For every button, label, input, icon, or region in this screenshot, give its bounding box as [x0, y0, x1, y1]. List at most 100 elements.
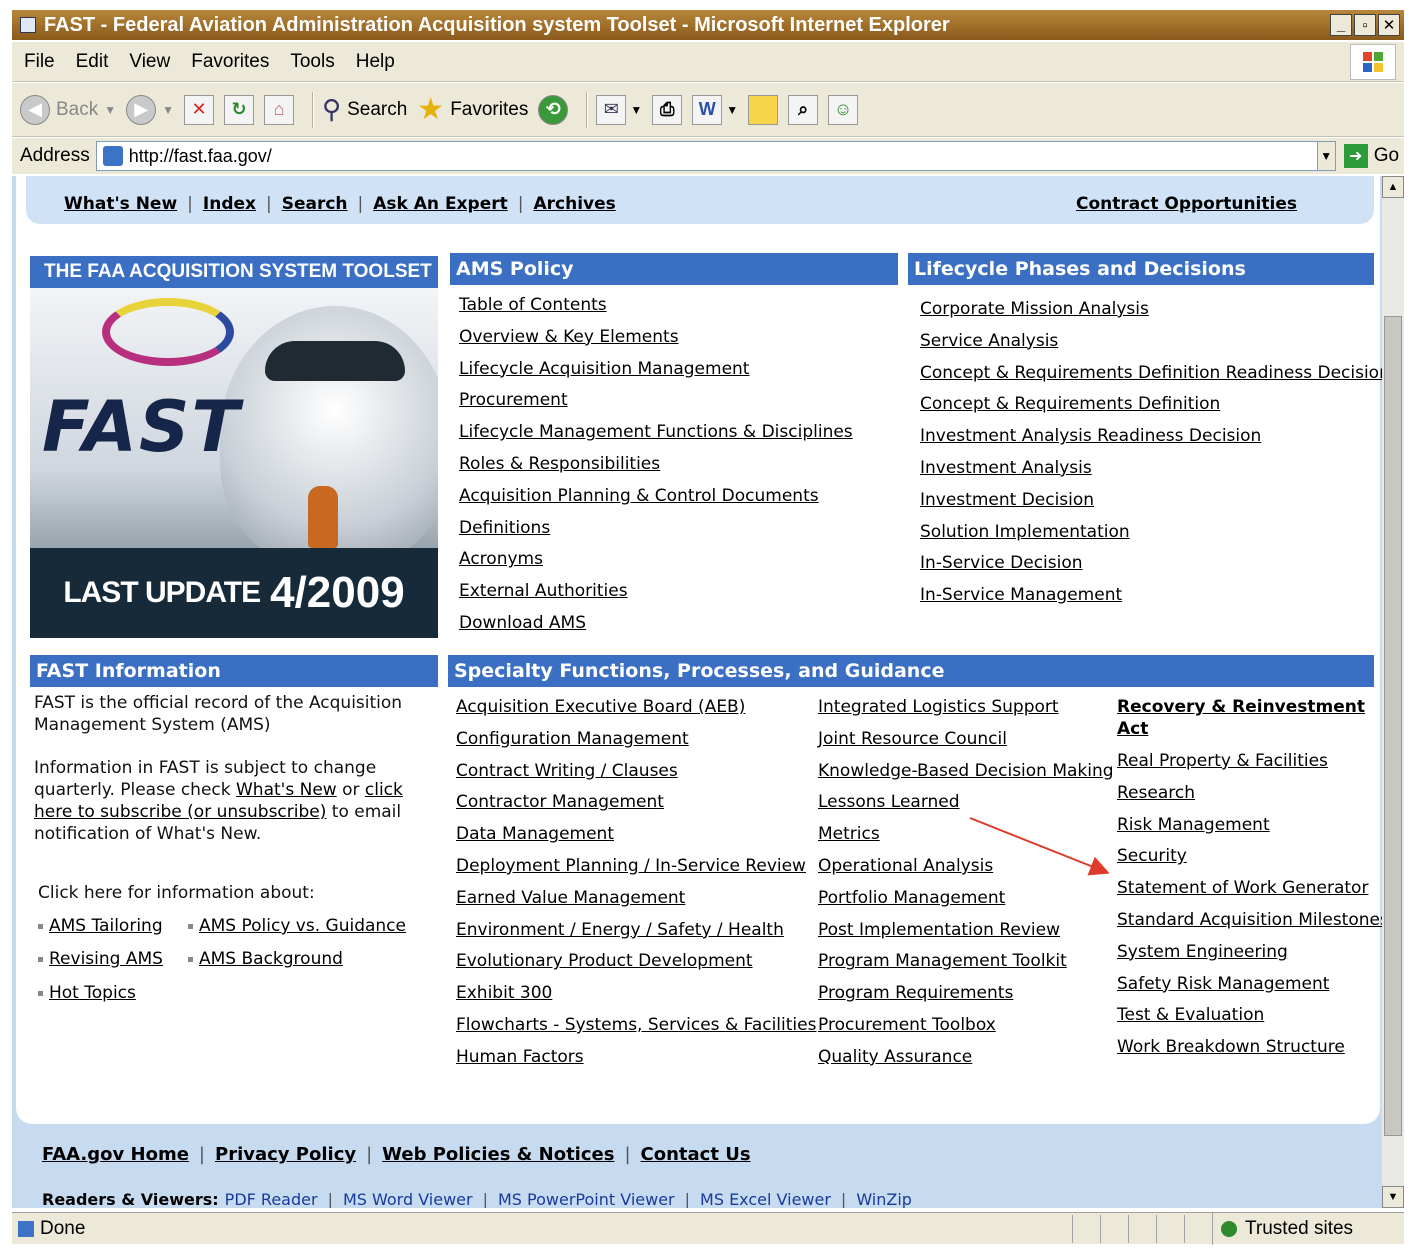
quality-assurance-link[interactable]: Quality Assurance — [818, 1047, 972, 1067]
lifecycle-acquisition-management-link[interactable]: Lifecycle Acquisition Management — [459, 359, 749, 379]
revising-ams-link[interactable]: Revising AMS — [49, 949, 163, 969]
standard-acquisition-milestones-link[interactable]: Standard Acquisition Milestones — [1117, 910, 1389, 930]
acquisition-executive-board-aeb-link[interactable]: Acquisition Executive Board (AEB) — [456, 697, 745, 717]
minimize-button[interactable]: _ — [1330, 14, 1352, 36]
test-evaluation-link[interactable]: Test & Evaluation — [1117, 1005, 1264, 1025]
close-button[interactable]: ✕ — [1378, 14, 1400, 36]
work-breakdown-structure-link[interactable]: Work Breakdown Structure — [1117, 1037, 1345, 1057]
procurement-toolbox-link[interactable]: Procurement Toolbox — [818, 1015, 996, 1035]
research-link[interactable]: Research — [1117, 783, 1195, 803]
risk-management-link[interactable]: Risk Management — [1117, 815, 1270, 835]
recovery-reinvestment-link-act[interactable]: Act — [1117, 719, 1148, 739]
refresh-button[interactable]: ↻ — [224, 94, 255, 125]
scroll-thumb[interactable] — [1384, 316, 1402, 1136]
integrated-logistics-support-link[interactable]: Integrated Logistics Support — [818, 697, 1059, 717]
concept-requirements-definition-readiness-decision-link[interactable]: Concept & Requirements Definition Readin… — [920, 363, 1390, 383]
overview-key-elements-link[interactable]: Overview & Key Elements — [459, 327, 679, 347]
lessons-learned-link[interactable]: Lessons Learned — [818, 792, 960, 812]
corporate-mission-analysis-link[interactable]: Corporate Mission Analysis — [920, 299, 1149, 319]
safety-risk-management-link[interactable]: Safety Risk Management — [1117, 974, 1329, 994]
service-analysis-link[interactable]: Service Analysis — [920, 331, 1058, 351]
favorites-button[interactable]: ★ Favorites — [417, 92, 528, 127]
investment-analysis-link[interactable]: Investment Analysis — [920, 458, 1092, 478]
vertical-scrollbar[interactable]: ▲ ▼ — [1382, 176, 1404, 1208]
knowledge-based-decision-making-link[interactable]: Knowledge-Based Decision Making — [818, 761, 1114, 781]
system-engineering-link[interactable]: System Engineering — [1117, 942, 1288, 962]
whats-new-link[interactable]: What's New — [236, 780, 337, 800]
security-link[interactable]: Security — [1117, 846, 1187, 866]
human-factors-link[interactable]: Human Factors — [456, 1047, 584, 1067]
winzip-link[interactable]: WinZip — [856, 1190, 912, 1208]
ams-background-link[interactable]: AMS Background — [199, 949, 343, 969]
acquisition-planning-control-documents-link[interactable]: Acquisition Planning & Control Documents — [459, 486, 819, 506]
real-property-facilities-link[interactable]: Real Property & Facilities — [1117, 751, 1328, 771]
address-input[interactable]: http://fast.faa.gov/ ▼ — [95, 141, 1336, 171]
statement-of-work-generator-link[interactable]: Statement of Work Generator — [1117, 878, 1368, 898]
ams-tailoring-link[interactable]: AMS Tailoring — [49, 916, 163, 936]
mail-button[interactable]: ✉ ▼ — [596, 94, 642, 125]
environment-energy-safety-health-link[interactable]: Environment / Energy / Safety / Health — [456, 920, 784, 940]
data-management-link[interactable]: Data Management — [456, 824, 614, 844]
concept-requirements-definition-link[interactable]: Concept & Requirements Definition — [920, 394, 1220, 414]
scroll-up-icon[interactable]: ▲ — [1382, 176, 1404, 198]
home-button[interactable]: ⌂ — [264, 94, 295, 125]
word-viewer-link[interactable]: MS Word Viewer — [343, 1190, 473, 1208]
nav-contract-opportunities[interactable]: Contract Opportunities — [1076, 194, 1297, 214]
nav-archives[interactable]: Archives — [533, 194, 615, 214]
configuration-management-link[interactable]: Configuration Management — [456, 729, 689, 749]
in-service-decision-link[interactable]: In-Service Decision — [920, 553, 1083, 573]
acronyms-link[interactable]: Acronyms — [459, 549, 543, 569]
deployment-planning-in-service-review-link[interactable]: Deployment Planning / In-Service Review — [456, 856, 806, 876]
investment-decision-link[interactable]: Investment Decision — [920, 490, 1094, 510]
investment-analysis-readiness-decision-link[interactable]: Investment Analysis Readiness Decision — [920, 426, 1261, 446]
go-button[interactable]: ➜ Go — [1343, 144, 1399, 168]
restore-button[interactable]: ▫ — [1354, 14, 1376, 36]
pdf-reader-link[interactable]: PDF Reader — [225, 1190, 318, 1208]
chevron-down-icon[interactable]: ▼ — [1316, 142, 1335, 170]
footer-web-policies[interactable]: Web Policies & Notices — [382, 1144, 614, 1165]
footer-privacy-policy[interactable]: Privacy Policy — [215, 1144, 356, 1165]
menu-file[interactable]: File — [24, 51, 55, 73]
joint-resource-council-link[interactable]: Joint Resource Council — [818, 729, 1007, 749]
menu-view[interactable]: View — [129, 51, 170, 73]
nav-ask-an-expert[interactable]: Ask An Expert — [373, 194, 507, 214]
ams-policy-vs-guidance-link[interactable]: AMS Policy vs. Guidance — [199, 916, 406, 936]
flowcharts-systems-services-facilities-link[interactable]: Flowcharts - Systems, Services & Facilit… — [456, 1015, 816, 1035]
menu-tools[interactable]: Tools — [290, 51, 334, 73]
solution-implementation-link[interactable]: Solution Implementation — [920, 522, 1130, 542]
lifecycle-management-functions-disciplines-link[interactable]: Lifecycle Management Functions & Discipl… — [459, 422, 853, 442]
download-ams-link[interactable]: Download AMS — [459, 613, 586, 633]
back-button[interactable]: ◀ Back ▼ — [20, 94, 116, 125]
print-button[interactable]: ⎙ — [652, 94, 683, 125]
table-of-contents-link[interactable]: Table of Contents — [459, 295, 607, 315]
in-service-management-link[interactable]: In-Service Management — [920, 585, 1122, 605]
research-button[interactable]: ⌕ — [788, 94, 819, 125]
history-button[interactable]: ⟲ — [538, 94, 569, 125]
contractor-management-link[interactable]: Contractor Management — [456, 792, 664, 812]
evolutionary-product-development-link[interactable]: Evolutionary Product Development — [456, 951, 753, 971]
procurement-link[interactable]: Procurement — [459, 390, 568, 410]
powerpoint-viewer-link[interactable]: MS PowerPoint Viewer — [498, 1190, 675, 1208]
portfolio-management-link[interactable]: Portfolio Management — [818, 888, 1005, 908]
program-management-toolkit-link[interactable]: Program Management Toolkit — [818, 951, 1067, 971]
program-requirements-link[interactable]: Program Requirements — [818, 983, 1013, 1003]
roles-responsibilities-link[interactable]: Roles & Responsibilities — [459, 454, 660, 474]
contract-writing-clauses-link[interactable]: Contract Writing / Clauses — [456, 761, 678, 781]
footer-contact-us[interactable]: Contact Us — [641, 1144, 751, 1165]
recovery-reinvestment-link[interactable]: Recovery & Reinvestment — [1117, 697, 1365, 717]
forward-button[interactable]: ▶ ▼ — [126, 94, 174, 125]
metrics-link[interactable]: Metrics — [818, 824, 880, 844]
messenger-button[interactable]: ☺ — [828, 94, 859, 125]
nav-whats-new[interactable]: What's New — [64, 194, 177, 214]
definitions-link[interactable]: Definitions — [459, 518, 550, 538]
nav-index[interactable]: Index — [203, 194, 256, 214]
scroll-down-icon[interactable]: ▼ — [1382, 1186, 1404, 1208]
hot-topics-link[interactable]: Hot Topics — [49, 983, 136, 1003]
earned-value-management-link[interactable]: Earned Value Management — [456, 888, 685, 908]
menu-edit[interactable]: Edit — [76, 51, 109, 73]
search-button[interactable]: ⚲ Search — [322, 94, 407, 125]
menu-help[interactable]: Help — [356, 51, 395, 73]
exhibit-300-link[interactable]: Exhibit 300 — [456, 983, 552, 1003]
menu-favorites[interactable]: Favorites — [191, 51, 269, 73]
post-implementation-review-link[interactable]: Post Implementation Review — [818, 920, 1060, 940]
